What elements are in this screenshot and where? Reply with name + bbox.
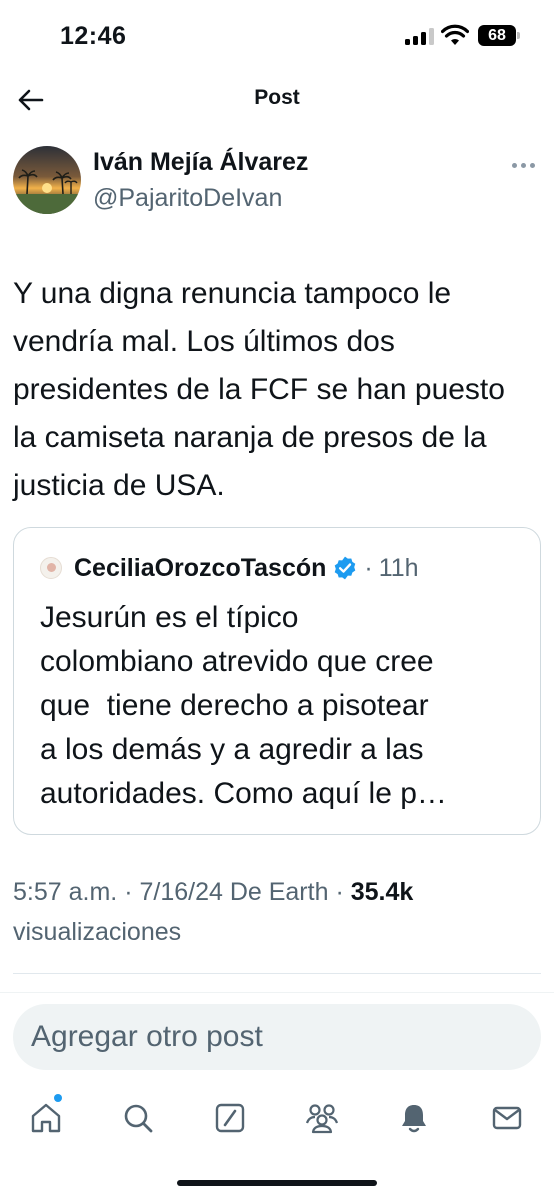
cellular-signal-icon xyxy=(405,28,434,45)
communities-icon xyxy=(305,1104,339,1134)
nav-communities[interactable] xyxy=(302,1098,342,1138)
notification-dot xyxy=(54,1094,62,1102)
navigation-header: Post xyxy=(0,78,554,122)
nav-notifications[interactable] xyxy=(394,1098,434,1138)
nav-search[interactable] xyxy=(118,1098,158,1138)
quote-timestamp: 11h xyxy=(378,553,419,582)
quote-author-name: CeciliaOrozcoTascón xyxy=(74,553,327,582)
separator-dot: · xyxy=(364,553,373,582)
page-title: Post xyxy=(254,86,300,109)
author-name[interactable]: Iván Mejía Álvarez xyxy=(93,148,308,177)
divider xyxy=(0,992,554,993)
view-count: 35.4k xyxy=(350,878,414,906)
more-options-icon[interactable] xyxy=(512,160,542,170)
post-text: Y una digna renuncia tampoco le vendría … xyxy=(13,270,543,510)
search-icon xyxy=(124,1104,153,1133)
separator-dot: · xyxy=(124,878,133,906)
home-indicator xyxy=(177,1180,377,1186)
post-time: 5:57 a.m. xyxy=(13,878,118,906)
status-bar: 12:46 68 xyxy=(0,0,554,76)
quoted-post-header: CeciliaOrozcoTascón · 11h xyxy=(40,552,419,584)
bottom-navigation xyxy=(0,1090,554,1150)
author-handle[interactable]: @PajaritoDeIvan xyxy=(93,184,282,213)
nav-home[interactable] xyxy=(26,1098,66,1138)
separator-dot: · xyxy=(335,878,344,906)
post-text-line: la camiseta naranja de presos de la xyxy=(13,421,487,454)
nav-messages[interactable] xyxy=(487,1098,527,1138)
post-text-line: justicia de USA. xyxy=(13,469,225,502)
verified-badge-icon xyxy=(335,556,356,580)
post-date-source: 7/16/24 De Earth xyxy=(139,878,329,906)
grok-icon xyxy=(215,1103,245,1133)
post-text-line: presidentes de la FCF se han puesto xyxy=(13,373,505,406)
post-text-line: Y una digna renuncia tampoco le xyxy=(13,277,452,310)
post-meta: 5:57 a.m. · 7/16/24 De Earth · 35.4k xyxy=(13,878,413,907)
quote-text-line: que tiene derecho a pisotear xyxy=(40,689,429,722)
post-author: Iván Mejía Álvarez @PajaritoDeIvan xyxy=(0,140,554,220)
battery-icon: 68 xyxy=(478,25,520,46)
notifications-icon xyxy=(402,1105,426,1133)
divider xyxy=(13,973,541,974)
post-text-line: vendría mal. Los últimos dos xyxy=(13,325,395,358)
quote-text-line: Jesurún es el típico xyxy=(40,601,299,634)
quote-text: Jesurún es el típico colombiano atrevido… xyxy=(40,596,530,816)
quote-text-line: a los demás y a agredir a las xyxy=(40,733,424,766)
reply-input[interactable] xyxy=(13,1004,541,1070)
home-icon xyxy=(31,1103,61,1133)
sunset-palm-trees-photo xyxy=(13,146,81,214)
views-label: visualizaciones xyxy=(13,918,182,946)
quote-avatar xyxy=(40,557,62,579)
nav-grok[interactable] xyxy=(210,1098,250,1138)
avatar[interactable] xyxy=(13,146,81,214)
quoted-post[interactable]: CeciliaOrozcoTascón · 11h Jesurún es el … xyxy=(13,527,541,835)
status-time: 12:46 xyxy=(60,22,127,50)
quote-text-line: autoridades. Como aquí le p… xyxy=(40,777,447,810)
messages-icon xyxy=(492,1106,522,1130)
quote-text-line: colombiano atrevido que cree xyxy=(40,645,434,678)
wifi-icon xyxy=(441,24,469,45)
